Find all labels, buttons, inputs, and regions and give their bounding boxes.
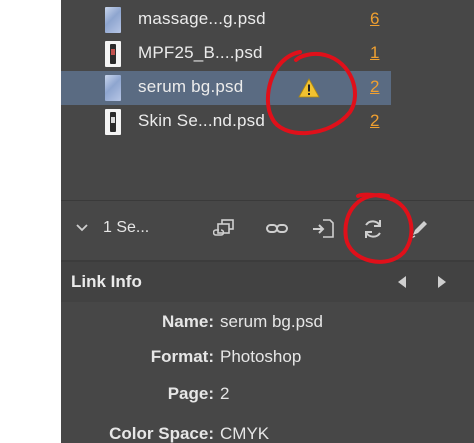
link-page-count[interactable]: 2 bbox=[370, 77, 379, 97]
relink-icon[interactable] bbox=[265, 217, 289, 241]
link-page-count[interactable]: 1 bbox=[370, 43, 379, 63]
link-thumbnail bbox=[105, 7, 121, 33]
update-link-icon[interactable] bbox=[361, 217, 385, 241]
link-name: massage...g.psd bbox=[138, 9, 266, 28]
info-value: CMYK bbox=[220, 424, 270, 443]
link-thumbnail bbox=[105, 41, 121, 67]
relink-from-cc-icon[interactable] bbox=[213, 217, 237, 241]
info-row-page: Page: 2 bbox=[61, 384, 474, 410]
divider bbox=[61, 200, 474, 201]
link-row-mpf25[interactable]: MPF25_B....psd 1 bbox=[61, 37, 391, 71]
info-value: Photoshop bbox=[220, 347, 302, 366]
info-row-color-space: Color Space: CMYK bbox=[61, 424, 474, 443]
links-panel: massage...g.psd 6 MPF25_B....psd 1 serum… bbox=[61, 0, 474, 443]
go-to-link-icon[interactable] bbox=[311, 217, 335, 241]
link-thumbnail bbox=[105, 109, 121, 135]
info-value: serum bg.psd bbox=[220, 312, 323, 331]
info-label: Color Space: bbox=[109, 424, 214, 443]
previous-link-icon[interactable] bbox=[396, 274, 408, 290]
link-name: Skin Se...nd.psd bbox=[138, 111, 265, 130]
modified-warning-icon[interactable] bbox=[298, 78, 320, 98]
link-row-massage[interactable]: massage...g.psd 6 bbox=[61, 3, 391, 37]
info-label: Name: bbox=[162, 312, 214, 331]
chevron-down-icon[interactable] bbox=[75, 221, 89, 235]
link-info-title: Link Info bbox=[71, 272, 142, 291]
info-label: Page: bbox=[167, 384, 214, 403]
selected-count-label: 1 Se... bbox=[103, 219, 150, 236]
info-row-format: Format: Photoshop bbox=[61, 347, 474, 373]
links-toolbar: 1 Se... bbox=[61, 207, 474, 251]
info-row-name: Name: serum bg.psd bbox=[61, 312, 474, 338]
link-row-skin-se[interactable]: Skin Se...nd.psd 2 bbox=[61, 105, 391, 139]
link-row-serum-bg[interactable]: serum bg.psd 2 bbox=[61, 71, 391, 105]
link-page-count[interactable]: 6 bbox=[370, 9, 379, 29]
link-page-count[interactable]: 2 bbox=[370, 111, 379, 131]
link-name: MPF25_B....psd bbox=[138, 43, 263, 62]
link-info-header[interactable]: Link Info bbox=[61, 262, 474, 302]
link-thumbnail bbox=[105, 75, 121, 101]
info-label: Format: bbox=[150, 347, 214, 366]
link-name: serum bg.psd bbox=[138, 77, 244, 96]
info-value: 2 bbox=[220, 384, 230, 403]
edit-original-icon[interactable] bbox=[407, 217, 431, 241]
next-link-icon[interactable] bbox=[436, 274, 448, 290]
